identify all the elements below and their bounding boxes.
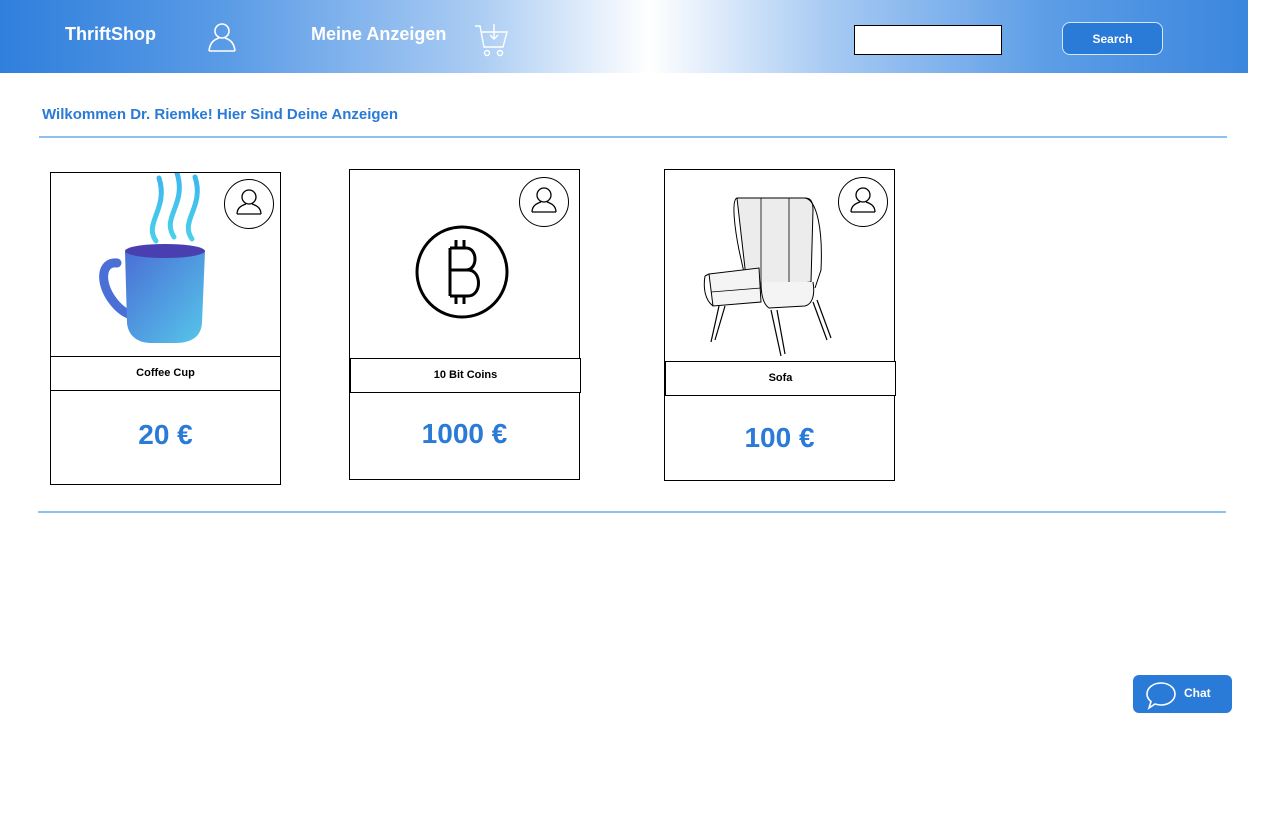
chat-label: Chat — [1184, 686, 1211, 700]
search-button[interactable]: Search — [1062, 22, 1163, 55]
search-input[interactable] — [854, 25, 1002, 55]
user-profile-icon[interactable] — [206, 21, 238, 53]
welcome-heading: Wilkommen Dr. Riemke! Hier Sind Deine An… — [42, 106, 399, 123]
listing-title: Sofa — [665, 361, 896, 396]
brand-logo[interactable]: ThriftShop — [65, 24, 156, 45]
seller-avatar-icon[interactable] — [224, 179, 274, 229]
listing-price: 100 € — [744, 422, 815, 453]
listing-card[interactable]: Coffee Cup 20 € — [50, 172, 281, 485]
shopping-cart-icon[interactable] — [474, 22, 508, 58]
seller-avatar-icon[interactable] — [838, 177, 888, 227]
nav-my-ads-link[interactable]: Meine Anzeigen — [311, 24, 446, 45]
seller-avatar-icon[interactable] — [519, 177, 569, 227]
listing-title: 10 Bit Coins — [350, 358, 581, 393]
chat-button[interactable]: Chat — [1133, 675, 1232, 713]
listing-card[interactable]: 10 Bit Coins 1000 € — [349, 169, 581, 480]
divider-top — [39, 136, 1227, 138]
divider-bottom — [38, 511, 1226, 513]
listing-title: Coffee Cup — [50, 356, 281, 391]
listing-card[interactable]: Sofa 100 € — [664, 169, 896, 481]
listing-price: 20 € — [138, 419, 193, 450]
listing-price: 1000 € — [421, 418, 508, 449]
speech-bubble-icon — [1146, 682, 1176, 710]
top-navigation-bar: ThriftShop Meine Anzeigen Search — [0, 0, 1248, 73]
